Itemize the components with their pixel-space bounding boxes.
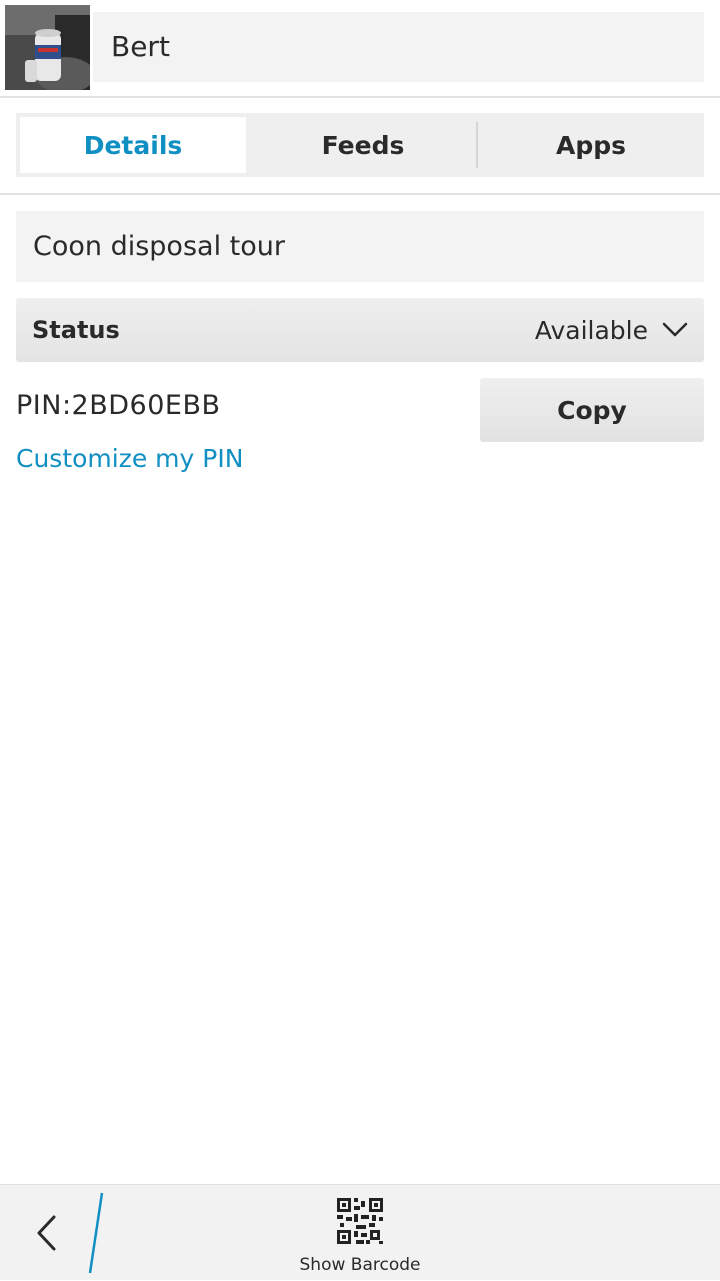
chevron-down-icon xyxy=(662,322,688,337)
back-chevron-icon xyxy=(37,1215,56,1251)
profile-header: Bert xyxy=(0,0,720,96)
show-barcode-action[interactable]: Show Barcode xyxy=(280,1185,440,1281)
tab-feeds[interactable]: Feeds xyxy=(250,113,476,177)
customize-pin-link[interactable]: Customize my PIN xyxy=(16,444,243,473)
pin-text: PIN:2BD60EBB xyxy=(16,390,221,421)
tab-apps[interactable]: Apps xyxy=(478,113,704,177)
status-selected: Available xyxy=(535,316,688,345)
copy-pin-button[interactable]: Copy xyxy=(480,378,704,442)
tab-details[interactable]: Details xyxy=(20,117,246,173)
qr-code-icon xyxy=(336,1197,384,1245)
status-label: Status xyxy=(32,316,120,344)
action-bar: Show Barcode xyxy=(0,1184,720,1280)
back-button[interactable] xyxy=(0,1185,110,1281)
show-barcode-label: Show Barcode xyxy=(299,1255,421,1275)
status-value: Available xyxy=(534,315,648,345)
back-slash-accent-icon xyxy=(88,1192,104,1274)
avatar-photo-icon xyxy=(5,5,90,90)
tab-bar: Details Feeds Apps xyxy=(16,113,704,177)
personal-message-field[interactable]: Coon disposal tour xyxy=(16,211,704,282)
contact-name-field[interactable]: Bert xyxy=(93,12,704,82)
header-divider xyxy=(0,96,720,98)
tabs-divider xyxy=(0,193,720,195)
avatar[interactable] xyxy=(5,5,90,90)
status-dropdown[interactable]: Status Available xyxy=(16,298,704,362)
